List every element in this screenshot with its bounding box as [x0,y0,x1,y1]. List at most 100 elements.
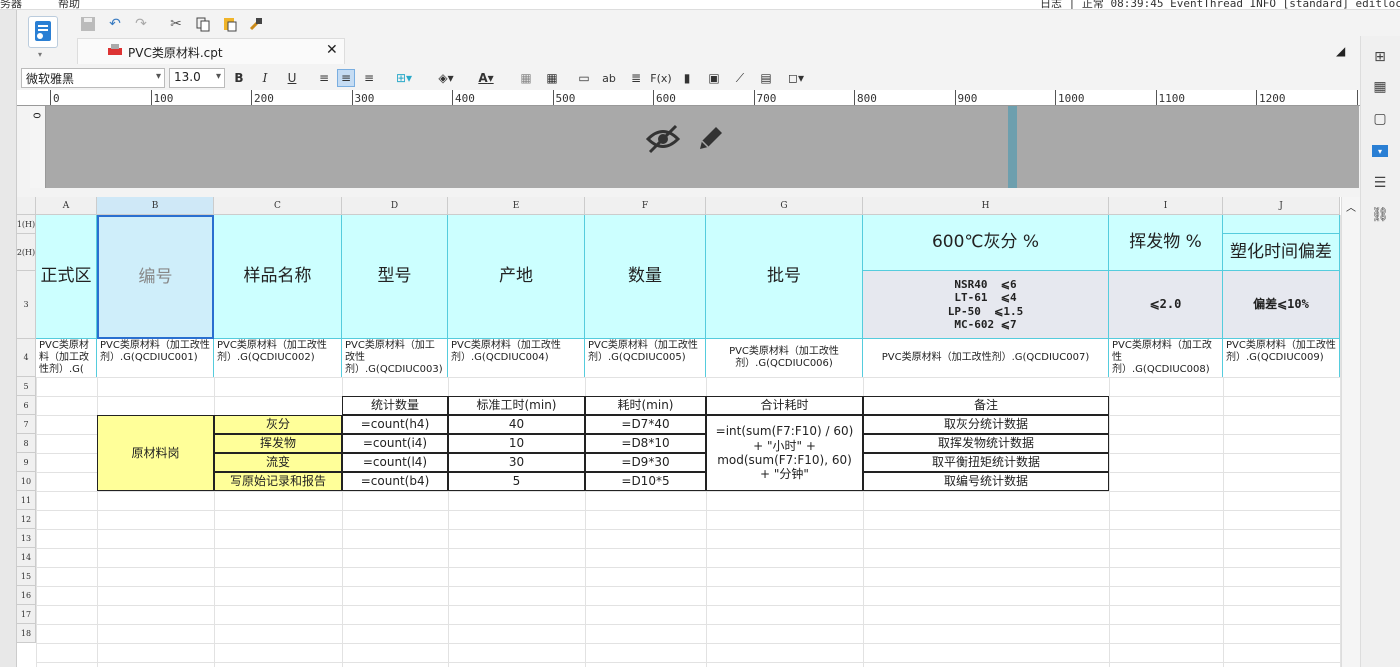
header-g[interactable]: 批号 [706,215,863,339]
collapse-icon[interactable]: ◢ [1336,44,1345,58]
page-boundary-marker[interactable] [1008,106,1017,188]
row-header[interactable]: 10 [17,472,36,491]
stats-note[interactable]: 取编号统计数据 [863,472,1109,491]
underline-button[interactable]: U [283,69,301,87]
stats-time[interactable]: =D9*30 [585,453,706,472]
row-header[interactable]: 14 [17,548,36,567]
image-icon[interactable]: ▣ [705,69,723,87]
align-center-icon[interactable]: ≡ [337,69,355,87]
stats-note[interactable]: 取灰分统计数据 [863,415,1109,434]
stats-note[interactable]: 取平衡扭矩统计数据 [863,453,1109,472]
insert-table-icon[interactable]: ▦ [543,69,561,87]
cell-j4[interactable]: PVC类原材料（加工改性剂）.G(QCDIUC009) [1223,339,1340,377]
row-header[interactable]: 4 [17,339,36,377]
stats-count[interactable]: =count(l4) [342,453,448,472]
link-icon[interactable]: ⛓ [1369,204,1391,226]
column-header-j[interactable]: J [1223,197,1340,215]
save-icon[interactable] [78,13,98,35]
cell-b4[interactable]: PVC类原材料（加工改性剂）.G(QCDIUC001) [97,339,214,377]
cell-g4[interactable]: PVC类原材料（加工改性剂）.G(QCDIUC006) [706,339,863,377]
header-b[interactable]: 编号 [97,215,214,339]
column-header-c[interactable]: C [214,197,342,215]
cell-c4[interactable]: PVC类原材料（加工改性剂）.G(QCDIUC002) [214,339,342,377]
cell-properties-icon[interactable]: ⊞ [1369,46,1391,68]
template-icon[interactable] [28,16,58,48]
cell-border-icon[interactable]: ◻▾ [783,69,809,87]
column-header-e[interactable]: E [448,197,585,215]
insert-row-icon[interactable]: ▭ [575,69,593,87]
paragraph-icon[interactable]: ≣ [627,69,645,87]
row-header[interactable]: 15 [17,567,36,586]
data-source-icon[interactable]: ☰ [1369,172,1391,194]
stats-note[interactable]: 取挥发物统计数据 [863,434,1109,453]
stats-std-time[interactable]: 40 [448,415,585,434]
column-header-h[interactable]: H [863,197,1109,215]
stats-total[interactable]: =int(sum(F7:F10) / 60) + "小时" + mod(sum(… [706,415,863,491]
row-header[interactable]: 11 [17,491,36,510]
column-header-a[interactable]: A [36,197,97,215]
formula-button[interactable]: F(x) [649,69,673,87]
select-all-corner[interactable] [17,197,36,215]
merge-cells-icon[interactable]: ▦ [517,69,535,87]
menu-server[interactable]: 务器 [0,0,22,9]
border-icon[interactable]: ⊞▾ [391,69,417,87]
bold-button[interactable]: B [230,69,248,87]
cell-d4[interactable]: PVC类原材料（加工改性剂）.G(QCDIUC003) [342,339,448,377]
row-header[interactable]: 13 [17,529,36,548]
row-header[interactable]: 5 [17,377,36,396]
report-frame-icon[interactable]: ▢ [1369,108,1391,130]
row-header[interactable]: 8 [17,434,36,453]
stats-std-time[interactable]: 10 [448,434,585,453]
fill-color-icon[interactable]: ◈▾ [431,69,461,87]
undo-icon[interactable]: ↶ [105,13,125,35]
align-right-icon[interactable]: ≡ [360,69,378,87]
row-header[interactable]: 18 [17,624,36,643]
stats-std-time[interactable]: 30 [448,453,585,472]
spreadsheet-grid[interactable]: A B C D E F G H I J 1(H) 2(H) 3 4 5 6 7 8 9 10 11 12 13 14 15 16 1… [17,197,1341,667]
row-header[interactable]: 9 [17,453,36,472]
close-icon[interactable]: ✕ [326,42,338,58]
column-header-d[interactable]: D [342,197,448,215]
stats-time[interactable]: =D7*40 [585,415,706,434]
stats-count[interactable]: =count(b4) [342,472,448,491]
font-family-select[interactable]: 微软雅黑 ▾ [21,68,165,88]
chart-icon[interactable]: ▮ [678,69,696,87]
italic-button[interactable]: I [256,69,274,87]
chevron-up-icon[interactable]: ︿ [1346,199,1356,214]
tab-pvc-file[interactable]: PVC类原材料.cpt ✕ [77,38,345,64]
row-header[interactable]: 6 [17,396,36,415]
widget-settings-icon[interactable]: ▾ [1369,140,1391,162]
header-c[interactable]: 样品名称 [214,215,342,339]
row-header[interactable]: 7 [17,415,36,434]
stats-count[interactable]: =count(h4) [342,415,448,434]
chevron-down-icon[interactable]: ▾ [38,50,42,59]
row-header[interactable]: 12 [17,510,36,529]
stats-count[interactable]: =count(i4) [342,434,448,453]
cell-i4[interactable]: PVC类原材料（加工改性剂）.G(QCDIUC008) [1109,339,1223,377]
row-header[interactable]: 2(H) [17,234,36,271]
slash-icon[interactable]: ⟋ [731,69,749,87]
column-header-i[interactable]: I [1109,197,1223,215]
cell-f4[interactable]: PVC类原材料（加工改性剂）.G(QCDIUC005) [585,339,706,377]
row-header[interactable]: 3 [17,271,36,339]
text-cell-icon[interactable]: ab [600,69,618,87]
menu-help[interactable]: 帮助 [58,0,80,9]
pencil-icon[interactable] [696,123,726,156]
stats-std-time[interactable]: 5 [448,472,585,491]
format-painter-icon[interactable] [246,13,266,35]
header-d[interactable]: 型号 [342,215,448,339]
column-header-g[interactable]: G [706,197,863,215]
column-header-b[interactable]: B [97,197,214,215]
cut-icon[interactable]: ✂ [166,13,186,35]
sub-report-icon[interactable]: ▤ [757,69,775,87]
cell-h4[interactable]: PVC类原材料（加工改性剂）.G(QCDIUC007) [863,339,1109,377]
row-header[interactable]: 16 [17,586,36,605]
stats-time[interactable]: =D8*10 [585,434,706,453]
font-size-select[interactable]: 13.0 ▾ [169,68,225,88]
text-color-icon[interactable]: A ▾ [471,69,501,87]
row-header[interactable]: 1(H) [17,215,36,234]
paste-icon[interactable] [220,13,240,35]
copy-icon[interactable] [193,13,213,35]
cell-e4[interactable]: PVC类原材料（加工改性剂）.G(QCDIUC004) [448,339,585,377]
header-a[interactable]: 正式区 [36,215,97,339]
